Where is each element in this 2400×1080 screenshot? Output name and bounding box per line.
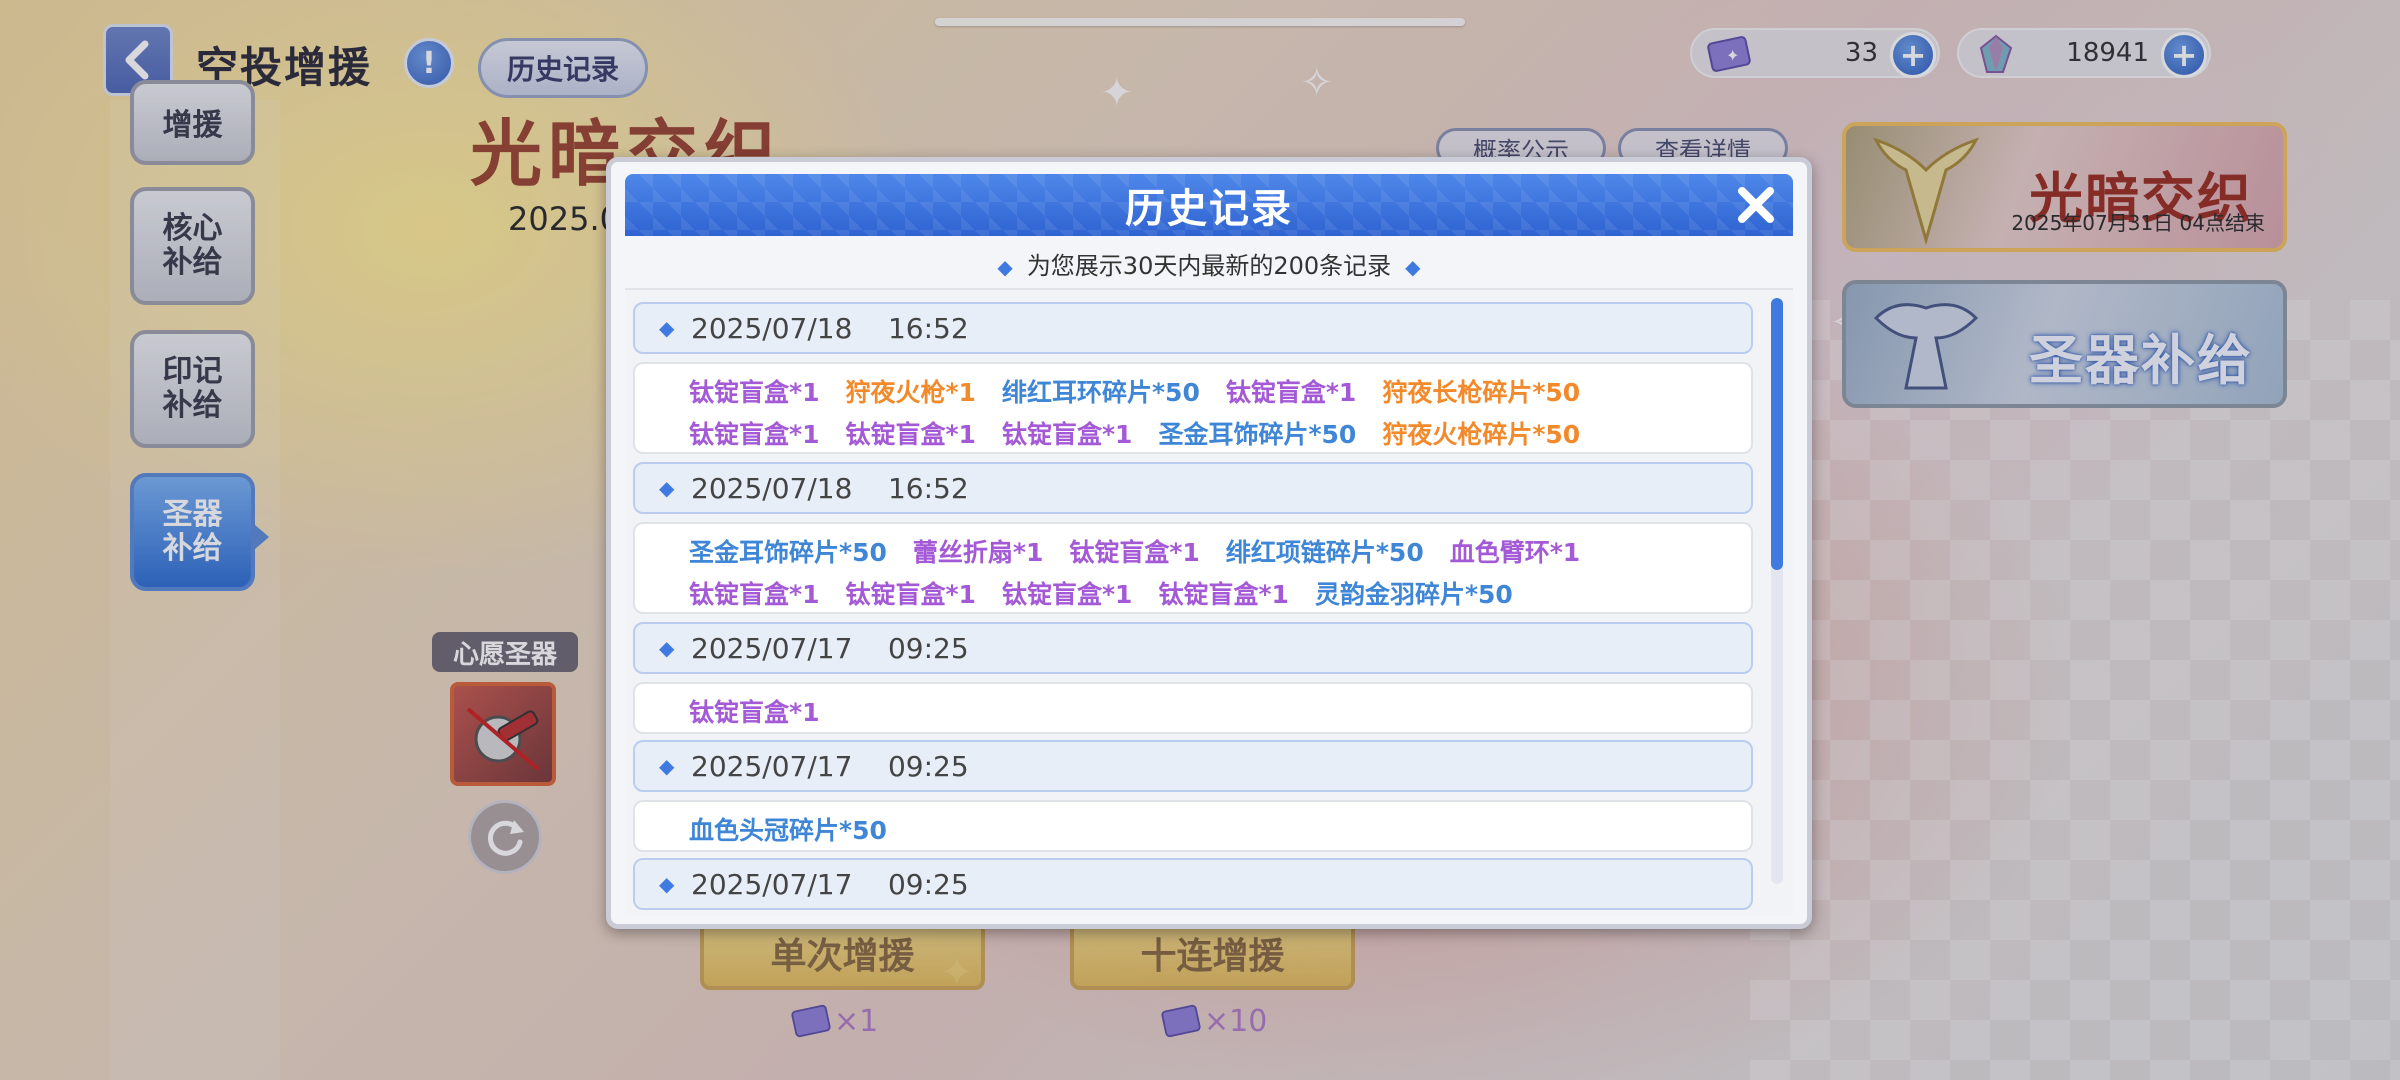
record-date-row: ◆ 2025/07/17 09:25	[633, 740, 1753, 792]
record-items: 圣金耳饰碎片*50 蕾丝折扇*1 钛锭盲盒*1 绯红项链碎片*50 血色臂环*1 钛锭盲盒…	[633, 522, 1753, 614]
reward-item: 血色头冠碎片*50	[689, 816, 887, 845]
reward-item: 蕾丝折扇*1	[912, 538, 1044, 567]
reward-item: 钛锭盲盒*1	[1158, 580, 1289, 609]
top-handle	[935, 18, 1465, 26]
record-timestamp: 2025/07/17 09:25	[691, 867, 969, 901]
reward-item: 钛锭盲盒*1	[845, 580, 976, 609]
close-button[interactable]	[1731, 180, 1781, 230]
reward-item: 钛锭盲盒*1	[1001, 580, 1133, 609]
svg-text:✦: ✦	[1726, 46, 1739, 65]
relic-gun-icon	[466, 707, 540, 771]
record-items: 钛锭盲盒*1	[633, 682, 1753, 734]
record-timestamp: 2025/07/18 16:52	[691, 471, 969, 505]
diamond-icon: ◆	[659, 636, 675, 660]
back-arrow-icon	[125, 40, 149, 80]
history-list[interactable]: ◆ 2025/07/18 16:52 钛锭盲盒*1 狩夜火枪*1 绯红耳环碎片*50 钛锭…	[625, 288, 1793, 916]
tab-reinforce[interactable]: 增援	[130, 80, 255, 165]
modal-header: 历史记录	[625, 174, 1793, 236]
tab-mark-supply[interactable]: 印记 补给	[130, 330, 255, 448]
record-timestamp: 2025/07/17 09:25	[691, 749, 969, 783]
ten-pull-cost: ×10	[1160, 1003, 1267, 1039]
reward-item: 狩夜火枪碎片*50	[1382, 420, 1581, 449]
wish-relic-label: 心愿圣器	[432, 632, 578, 672]
record-date-row: ◆ 2025/07/18 16:52	[633, 462, 1753, 514]
crystal-currency: 18941 +	[1957, 28, 2211, 78]
modal-title: 历史记录	[1125, 186, 1293, 232]
event-banner-date: 2025年07月31日 04点结束	[2011, 211, 2265, 235]
diamond-icon: ◆	[659, 316, 675, 340]
reward-item: 钛锭盲盒*1	[845, 420, 976, 449]
relic-supply-banner[interactable]: 圣器补给	[1842, 280, 2287, 408]
add-ticket-button[interactable]: +	[1890, 32, 1936, 78]
record-date-row: ◆ 2025/07/17 09:25	[633, 858, 1753, 910]
scrollbar-thumb[interactable]	[1771, 298, 1783, 570]
reward-item: 钛锭盲盒*1	[689, 420, 820, 449]
reward-item: 绯红项链碎片*50	[1225, 538, 1424, 567]
reward-item: 血色臂环*1	[1449, 538, 1581, 567]
reward-item: 圣金耳饰碎片*50	[689, 538, 887, 567]
reward-item: 狩夜火枪*1	[845, 378, 976, 407]
single-pull-cost: ×1	[790, 1003, 878, 1039]
background-pattern	[1750, 300, 2400, 1080]
event-date: 2025.0	[508, 200, 620, 238]
record-items: 钛锭盲盒*1 狩夜火枪*1 绯红耳环碎片*50 钛锭盲盒*1 狩夜长枪碎片*50 钛锭盲盒…	[633, 362, 1753, 454]
ticket-currency: ✦ 33 +	[1690, 28, 1940, 78]
record-date-row: ◆ 2025/07/17 09:25	[633, 622, 1753, 674]
history-button[interactable]: 历史记录	[478, 38, 648, 98]
tab-relic-supply[interactable]: 圣器 补给	[130, 473, 269, 591]
sparkle-icon: ✦	[1100, 70, 1134, 116]
tab-core-supply[interactable]: 核心 补给	[130, 187, 255, 305]
refresh-button[interactable]	[468, 800, 542, 874]
ticket-icon	[791, 1004, 831, 1038]
diamond-icon: ◆	[659, 872, 675, 896]
wish-relic-item[interactable]	[450, 682, 556, 786]
ticket-icon: ✦	[1707, 36, 1751, 72]
relic-banner-title: 圣器补给	[2029, 329, 2253, 392]
diamond-icon: ◆	[1405, 255, 1421, 279]
ticket-count: 33	[1844, 38, 1878, 68]
add-crystal-button[interactable]: +	[2161, 32, 2207, 78]
crystal-icon	[1979, 34, 2013, 73]
refresh-icon	[487, 820, 524, 856]
history-modal: 历史记录 ◆ 为您展示30天内最新的200条记录 ◆ ◆ 2025/07/18 16:…	[606, 157, 1812, 929]
reward-item: 钛锭盲盒*1	[689, 378, 820, 407]
reward-item: 钛锭盲盒*1	[1069, 538, 1200, 567]
event-banner[interactable]: 光暗交织 2025年07月31日 04点结束	[1842, 122, 2287, 252]
record-timestamp: 2025/07/17 09:25	[691, 631, 969, 665]
modal-subtitle: ◆ 为您展示30天内最新的200条记录 ◆	[997, 252, 1421, 280]
reward-item: 绯红耳环碎片*50	[1001, 378, 1200, 407]
record-items: 血色头冠碎片*50	[633, 800, 1753, 852]
reward-item: 狩夜长枪碎片*50	[1382, 378, 1581, 407]
relic-emblem-icon	[1873, 303, 1979, 390]
diamond-icon: ◆	[659, 754, 675, 778]
crystal-count: 18941	[2066, 38, 2149, 68]
reward-item: 圣金耳饰碎片*50	[1158, 420, 1357, 449]
record-timestamp: 2025/07/18 16:52	[691, 311, 969, 345]
diamond-icon: ◆	[997, 255, 1013, 279]
reward-item: 钛锭盲盒*1	[1001, 420, 1133, 449]
winged-emblem-icon	[1873, 137, 1979, 246]
sparkle-icon: ✧	[1300, 60, 1334, 106]
close-icon	[1738, 187, 1774, 223]
diamond-icon: ◆	[659, 476, 675, 500]
reward-item: 钛锭盲盒*1	[689, 698, 820, 727]
ticket-icon	[1161, 1004, 1201, 1038]
reward-item: 钛锭盲盒*1	[689, 580, 820, 609]
info-icon[interactable]: !	[404, 38, 454, 88]
reward-item: 钛锭盲盒*1	[1225, 378, 1357, 407]
record-date-row: ◆ 2025/07/18 16:52	[633, 302, 1753, 354]
reward-item: 灵韵金羽碎片*50	[1314, 580, 1513, 609]
